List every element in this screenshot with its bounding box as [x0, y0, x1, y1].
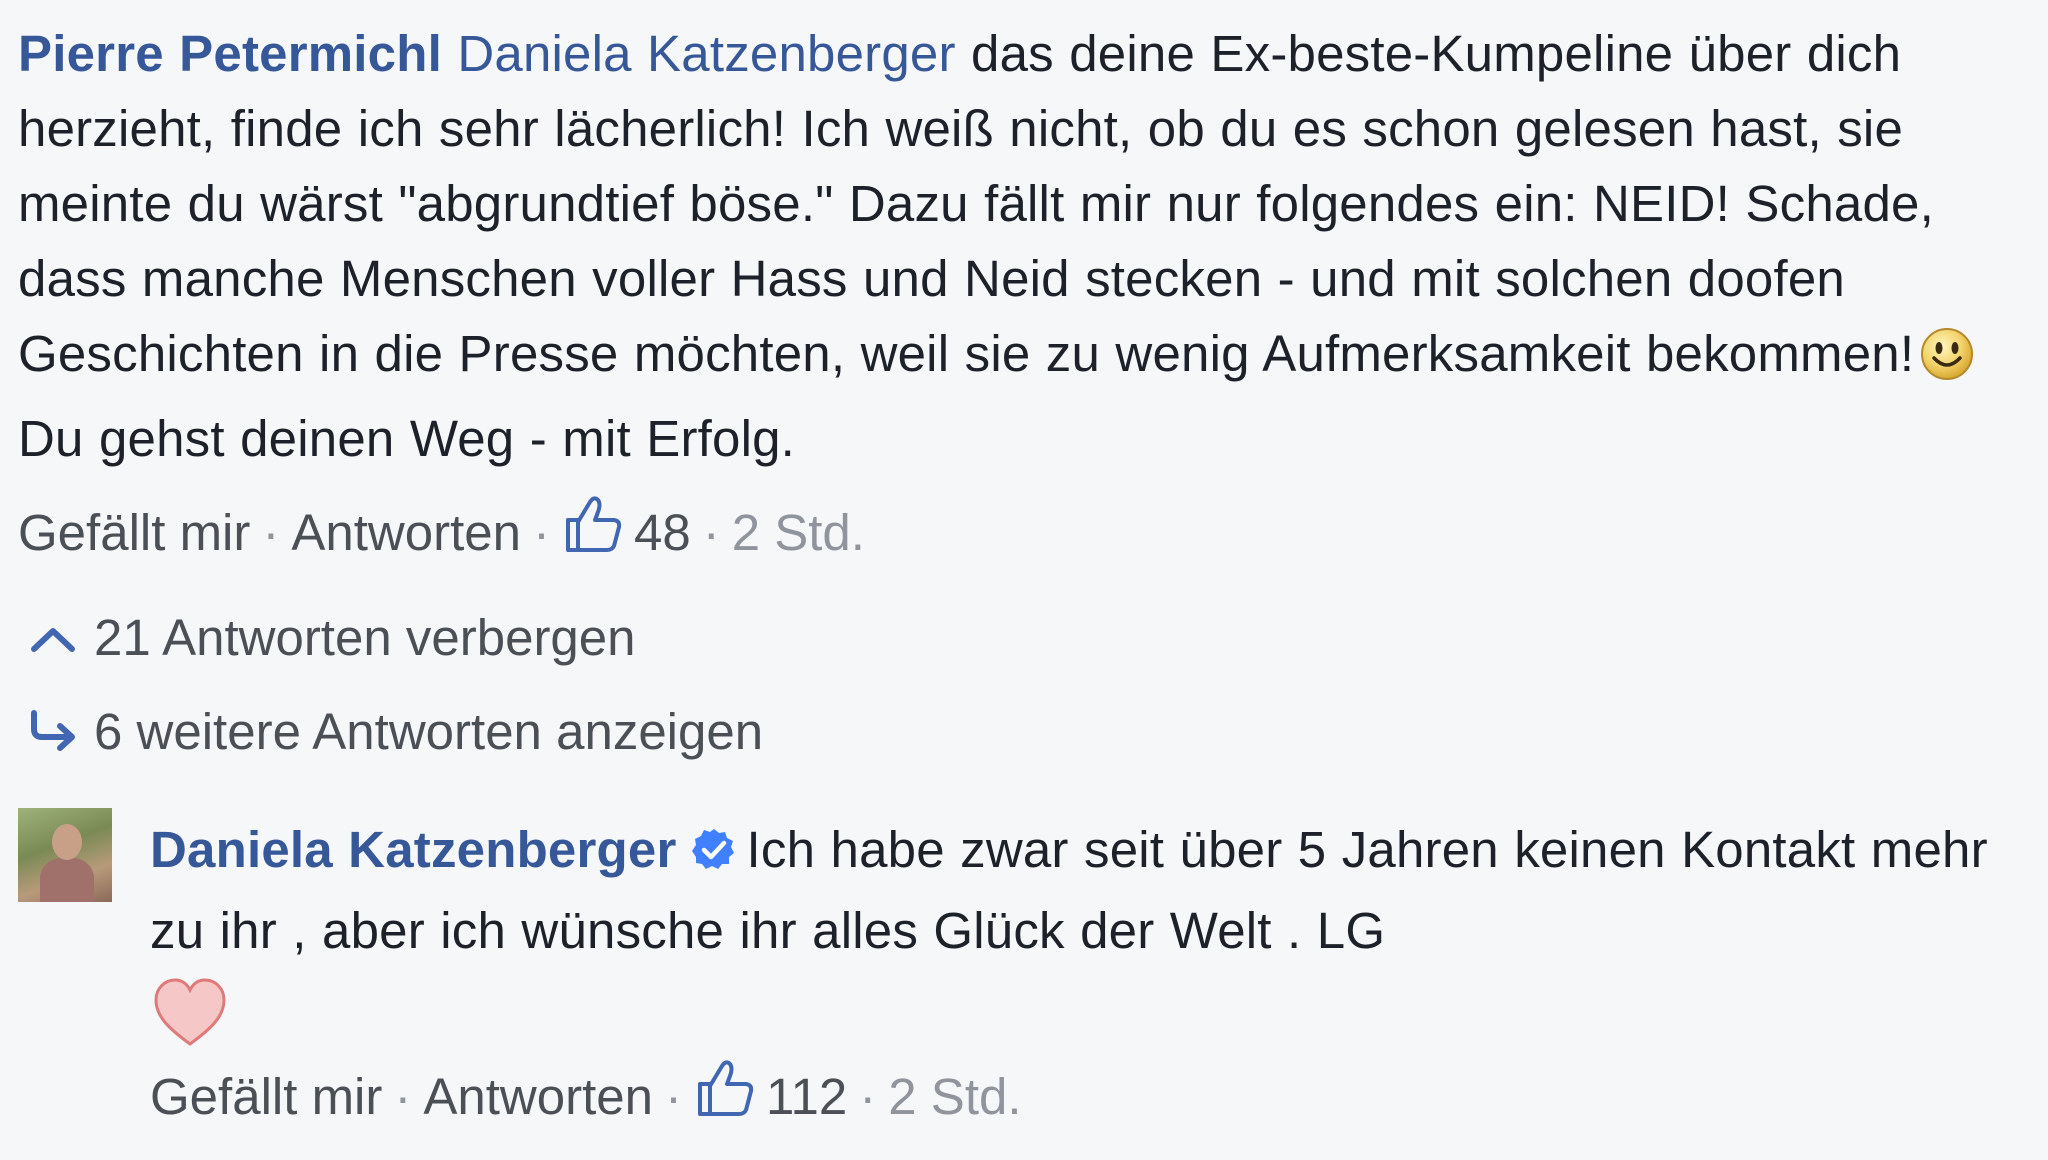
- reply-text: Daniela Katzenberger Ich habe zwar seit ü…: [150, 812, 2020, 968]
- comment-text: Pierre Petermichl Daniela Katzenberger d…: [18, 16, 2018, 476]
- comment-like-count[interactable]: 48: [634, 504, 691, 561]
- reply-actions: Gefällt mir · Antworten · 112 · 2 Std.: [150, 1058, 1022, 1131]
- reply-arrow-icon: [28, 706, 94, 766]
- reply-like-button[interactable]: Gefällt mir: [150, 1068, 382, 1125]
- separator: ·: [394, 1068, 412, 1125]
- hide-replies-toggle[interactable]: 21 Antworten verbergen: [28, 608, 636, 672]
- comment-body-text-end: Du gehst deinen Weg - mit Erfolg.: [18, 410, 796, 467]
- smile-emoji-icon: [1920, 326, 1974, 401]
- chevron-up-icon: [28, 612, 94, 672]
- avatar-body-shape: [40, 858, 94, 902]
- comment-actions: Gefällt mir · Antworten · 48 · 2 Std.: [18, 494, 865, 567]
- separator: ·: [859, 1068, 877, 1125]
- heart-emoji-icon: [150, 974, 2020, 1055]
- more-replies-label: 6 weitere Antworten anzeigen: [94, 703, 764, 760]
- avatar-face-shape: [52, 824, 82, 860]
- comment-timestamp[interactable]: 2 Std.: [732, 504, 865, 561]
- hide-replies-label: 21 Antworten verbergen: [94, 609, 636, 666]
- comment-thread: Pierre Petermichl Daniela Katzenberger d…: [0, 0, 2048, 1160]
- thumbs-up-icon[interactable]: [694, 1058, 756, 1131]
- comment-reply-button[interactable]: Antworten: [291, 504, 521, 561]
- separator: ·: [532, 504, 550, 561]
- separator: ·: [664, 1068, 682, 1125]
- verified-badge-icon: [691, 818, 737, 893]
- separator: ·: [262, 504, 280, 561]
- separator: ·: [702, 504, 720, 561]
- comment-like-button[interactable]: Gefällt mir: [18, 504, 250, 561]
- avatar[interactable]: [18, 808, 112, 902]
- thumbs-up-icon[interactable]: [562, 494, 624, 567]
- reply-body: Daniela Katzenberger Ich habe zwar seit ü…: [150, 812, 2020, 1055]
- comment-author-link[interactable]: Pierre Petermichl: [18, 25, 442, 82]
- reply-author-link[interactable]: Daniela Katzenberger: [150, 821, 677, 878]
- reply-timestamp[interactable]: 2 Std.: [888, 1068, 1021, 1125]
- more-replies-toggle[interactable]: 6 weitere Antworten anzeigen: [28, 702, 763, 766]
- reply-reply-button[interactable]: Antworten: [423, 1068, 653, 1125]
- comment-mention-link[interactable]: Daniela Katzenberger: [457, 25, 955, 82]
- reply-like-count[interactable]: 112: [766, 1068, 847, 1125]
- comment: Pierre Petermichl Daniela Katzenberger d…: [18, 16, 2018, 476]
